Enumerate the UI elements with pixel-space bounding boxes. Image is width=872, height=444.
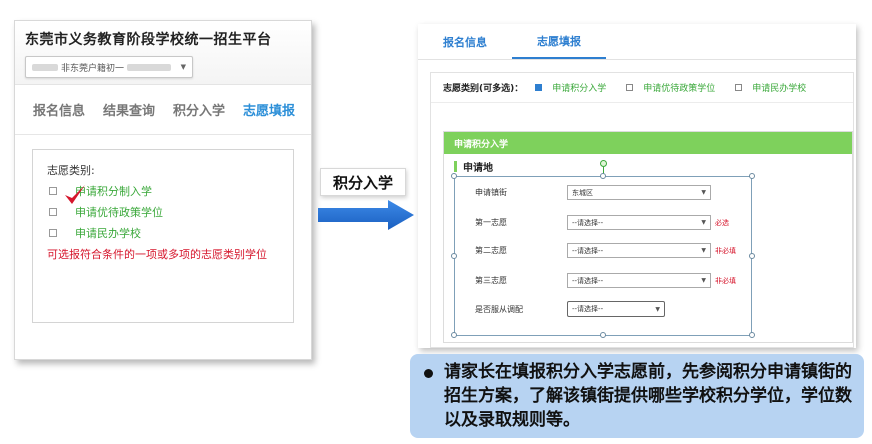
section-title: 申请积分入学 [444, 132, 852, 154]
option-private-label: 申请民办学校 [752, 84, 807, 94]
second-wish-label: 第二志愿 [475, 246, 507, 255]
wish-type-row: 志愿类别(可多选)： 申请积分入学 申请优待政策学位 申请民办学校 [431, 73, 853, 103]
option-preferential-label: 申请优待政策学位 [643, 84, 716, 94]
right-tab-bar: 报名信息 志愿填报 [418, 24, 856, 60]
wish-category-box: 志愿类别: 申请积分制入学 申请优待政策学位 申请民办学校 可选报符合条件的一项… [32, 149, 294, 323]
resize-handle[interactable] [749, 332, 755, 338]
adjust-select-value: --请选择-- [572, 305, 604, 313]
street-select[interactable]: 东城区 ▼ [567, 185, 711, 200]
wish-type-label: 志愿类别(可多选)： [443, 84, 524, 94]
first-wish-label: 第一志愿 [475, 218, 507, 227]
left-header: 东莞市义务教育阶段学校统一招生平台 非东莞户籍初一 ▼ [15, 21, 311, 85]
checkbox[interactable] [49, 187, 57, 195]
right-screenshot-panel: 报名信息 志愿填报 志愿类别(可多选)： 申请积分入学 申请优待政策学位 申请民… [418, 24, 856, 348]
instruction-callout: 请家长在填报积分入学志愿前，先参阅积分申请镇街的招生方案，了解该镇街提供哪些学校… [410, 354, 864, 438]
callout-text: 请家长在填报积分入学志愿前，先参阅积分申请镇街的招生方案，了解该镇街提供哪些学校… [444, 362, 852, 430]
wish-option-label: 申请民办学校 [75, 227, 141, 240]
tab-wish-filling[interactable]: 志愿填报 [243, 100, 295, 134]
street-select-value: 东城区 [572, 188, 593, 197]
bullet-icon [424, 369, 433, 378]
tab-points-admission[interactable]: 积分入学 [173, 100, 225, 134]
apply-location-heading: 申请地 [444, 154, 852, 178]
wish-category-label: 志愿类别: [47, 164, 95, 177]
form-row-adjust: 是否服从调配 --请选择-- ▼ [475, 301, 665, 317]
blurred-text [32, 63, 58, 71]
chevron-down-icon: ▼ [655, 305, 660, 313]
resize-handle[interactable] [451, 332, 457, 338]
heading-accent-bar [454, 160, 457, 172]
rotate-handle-icon[interactable] [600, 160, 607, 167]
second-wish-select[interactable]: --请选择-- ▼ [567, 243, 711, 258]
arrow-label: 积分入学 [320, 168, 406, 196]
selection-frame: 申请镇街 东城区 ▼ 第一志愿 --请选择-- ▼ 必选 第二志愿 --请选择-… [451, 160, 755, 338]
checkbox-points[interactable] [535, 84, 543, 91]
form-row-street: 申请镇街 东城区 ▼ [475, 185, 711, 200]
street-label: 申请镇街 [475, 188, 507, 197]
user-select[interactable]: 非东莞户籍初一 ▼ [25, 56, 193, 78]
resize-handle[interactable] [749, 253, 755, 259]
platform-title: 东莞市义务教育阶段学校统一招生平台 [25, 32, 272, 48]
right-arrow-icon [318, 200, 414, 230]
right-form-body: 志愿类别(可多选)： 申请积分入学 申请优待政策学位 申请民办学校 申请积分入学… [430, 72, 854, 348]
left-tab-bar: 报名信息 结果查询 积分入学 志愿填报 [15, 85, 311, 135]
checkbox-private[interactable] [735, 84, 743, 91]
wish-option-label: 申请优待政策学位 [75, 206, 163, 219]
wish-note: 可选报符合条件的一项或多项的志愿类别学位 [47, 248, 267, 261]
resize-handle[interactable] [749, 173, 755, 179]
chevron-down-icon: ▼ [701, 219, 706, 226]
second-wish-note: 非必填 [715, 246, 736, 255]
third-wish-select-value: --请选择-- [572, 276, 604, 285]
form-row-first-wish: 第一志愿 --请选择-- ▼ 必选 [475, 215, 729, 230]
apply-location-label: 申请地 [463, 162, 493, 174]
checkbox-preferential[interactable] [626, 84, 634, 91]
tab-registration-info[interactable]: 报名信息 [418, 24, 512, 59]
chevron-down-icon: ▼ [701, 247, 706, 254]
resize-handle[interactable] [600, 173, 606, 179]
chevron-down-icon: ▼ [180, 63, 186, 71]
checkbox[interactable] [49, 208, 57, 216]
first-wish-note: 必选 [715, 218, 729, 227]
points-apply-section: 申请积分入学 申请地 申请镇街 东城区 ▼ 第一志愿 --请选择-- ▼ 必选 … [443, 131, 853, 343]
first-wish-select-value: --请选择-- [572, 218, 604, 227]
second-wish-select-value: --请选择-- [572, 246, 604, 255]
third-wish-label: 第三志愿 [475, 276, 507, 285]
resize-handle[interactable] [451, 253, 457, 259]
tab-registration-info[interactable]: 报名信息 [33, 100, 85, 134]
wish-option-private[interactable]: 申请民办学校 [47, 225, 279, 241]
resize-handle[interactable] [600, 332, 606, 338]
blurred-text [127, 63, 172, 71]
adjust-select[interactable]: --请选择-- ▼ [567, 301, 665, 317]
red-check-mark-icon [65, 185, 85, 204]
first-wish-select[interactable]: --请选择-- ▼ [567, 215, 711, 230]
chevron-down-icon: ▼ [701, 189, 706, 196]
chevron-down-icon: ▼ [701, 277, 706, 284]
tab-wish-filling[interactable]: 志愿填报 [512, 24, 606, 59]
third-wish-note: 非必填 [715, 276, 736, 285]
checkbox[interactable] [49, 229, 57, 237]
resize-handle[interactable] [451, 173, 457, 179]
form-row-third-wish: 第三志愿 --请选择-- ▼ 非必填 [475, 273, 736, 288]
option-points-label: 申请积分入学 [552, 84, 607, 94]
adjust-label: 是否服从调配 [475, 304, 523, 314]
tab-result-query[interactable]: 结果查询 [103, 100, 155, 134]
user-select-value: 非东莞户籍初一 [61, 63, 125, 74]
third-wish-select[interactable]: --请选择-- ▼ [567, 273, 711, 288]
left-screenshot-panel: 东莞市义务教育阶段学校统一招生平台 非东莞户籍初一 ▼ 报名信息 结果查询 积分… [14, 20, 312, 360]
form-row-second-wish: 第二志愿 --请选择-- ▼ 非必填 [475, 243, 736, 258]
